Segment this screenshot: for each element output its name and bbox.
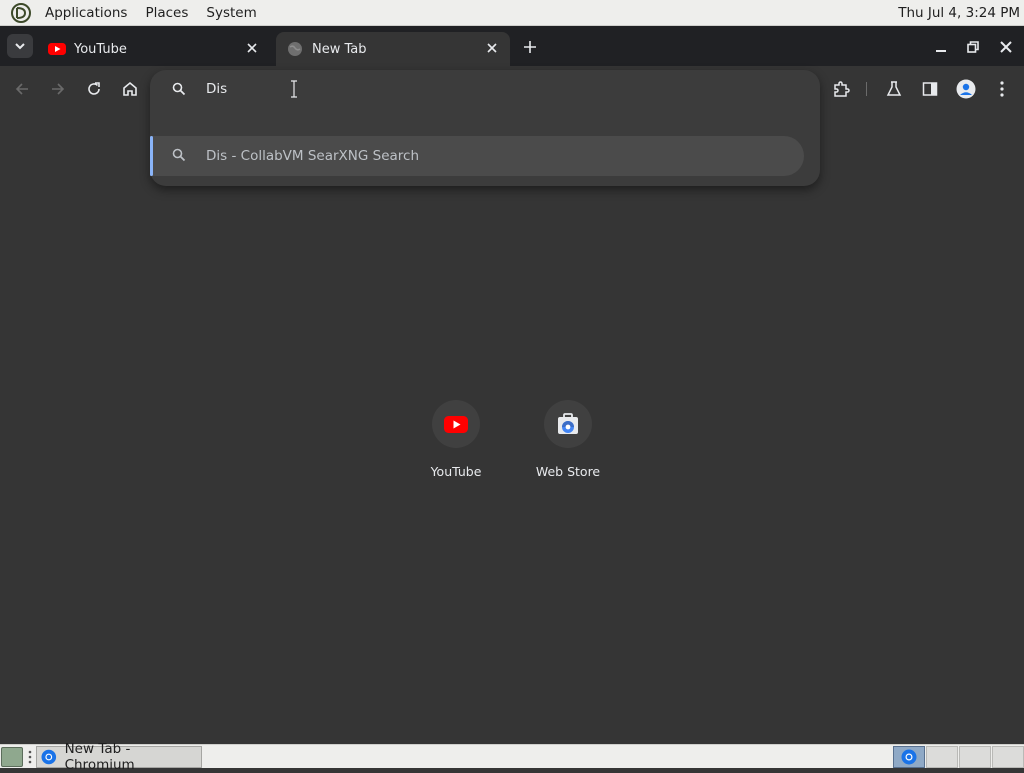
suggestion-typed: Dis bbox=[206, 148, 228, 164]
tab-new-tab[interactable]: New Tab bbox=[276, 32, 510, 66]
taskbar-window-chromium[interactable]: New Tab - Chromium bbox=[36, 741, 202, 773]
restore-icon bbox=[967, 41, 979, 53]
close-window-button[interactable] bbox=[995, 36, 1017, 58]
omnibox[interactable]: Dis bbox=[150, 70, 820, 110]
tab-strip: YouTube New Tab bbox=[0, 26, 1024, 66]
menu-button[interactable] bbox=[990, 77, 1014, 101]
workspace-1[interactable] bbox=[893, 746, 925, 768]
side-panel-icon bbox=[922, 82, 938, 96]
profile-button[interactable] bbox=[954, 77, 978, 101]
workspace-4[interactable] bbox=[992, 746, 1024, 768]
shortcut-web-store[interactable]: Web Store bbox=[518, 400, 618, 479]
top-panel: Applications Places System Thu Jul 4, 3:… bbox=[0, 0, 1024, 26]
new-tab-button[interactable] bbox=[518, 35, 542, 59]
arrow-left-icon bbox=[15, 83, 28, 95]
suggestion-rest: - CollabVM SearXNG Search bbox=[227, 148, 420, 164]
forward-button[interactable] bbox=[46, 77, 70, 101]
close-tab-icon[interactable] bbox=[244, 40, 260, 56]
suggestion-text: Dis - CollabVM SearXNG Search bbox=[206, 148, 419, 164]
workspace-2[interactable] bbox=[926, 746, 958, 768]
plus-icon bbox=[524, 41, 536, 53]
reload-button[interactable] bbox=[82, 77, 106, 101]
minimize-icon bbox=[936, 50, 946, 52]
shortcut-label: YouTube bbox=[430, 464, 482, 479]
extensions-button[interactable] bbox=[829, 77, 853, 101]
youtube-icon bbox=[48, 40, 66, 58]
home-button[interactable] bbox=[118, 77, 142, 101]
shortcut-youtube[interactable]: YouTube bbox=[406, 400, 506, 479]
selection-indicator bbox=[150, 136, 153, 176]
chromium-window: YouTube New Tab Dis Dis - CollabVM SearX… bbox=[0, 26, 1024, 744]
panel-clock[interactable]: Thu Jul 4, 3:24 PM bbox=[898, 0, 1020, 26]
chromium-icon bbox=[41, 749, 57, 765]
kebab-menu-icon bbox=[1000, 81, 1004, 97]
tab-title: New Tab bbox=[312, 41, 367, 57]
close-tab-icon[interactable] bbox=[484, 40, 500, 56]
tab-youtube[interactable]: YouTube bbox=[40, 32, 270, 66]
search-icon bbox=[172, 82, 186, 96]
suggestion-item[interactable]: Dis - CollabVM SearXNG Search bbox=[150, 136, 804, 176]
text-cursor-icon bbox=[291, 80, 297, 98]
flask-icon bbox=[886, 81, 902, 96]
search-icon bbox=[172, 148, 186, 162]
arrow-right-icon bbox=[52, 83, 65, 95]
chevron-down-icon bbox=[15, 43, 25, 50]
labs-button[interactable] bbox=[882, 77, 906, 101]
side-panel-button[interactable] bbox=[918, 77, 942, 101]
home-icon bbox=[123, 81, 137, 96]
system-menu[interactable]: System bbox=[197, 0, 265, 26]
distro-logo-icon[interactable] bbox=[10, 2, 32, 24]
omnibox-popup: Dis Dis - CollabVM SearXNG Search bbox=[150, 70, 820, 186]
tab-search-button[interactable] bbox=[7, 34, 33, 58]
places-menu[interactable]: Places bbox=[136, 0, 197, 26]
web-store-icon bbox=[558, 413, 578, 434]
tab-title: YouTube bbox=[74, 41, 127, 57]
shortcut-tile bbox=[544, 400, 592, 448]
applications-menu[interactable]: Applications bbox=[36, 0, 136, 26]
back-button[interactable] bbox=[10, 77, 34, 101]
reload-icon bbox=[88, 82, 100, 95]
avatar-icon bbox=[956, 79, 976, 99]
taskbar-window-label: New Tab - Chromium bbox=[64, 741, 135, 773]
workspace-3[interactable] bbox=[959, 746, 991, 768]
shortcut-label: Web Store bbox=[535, 464, 601, 479]
close-icon bbox=[1000, 41, 1012, 53]
show-desktop-button[interactable] bbox=[1, 747, 23, 767]
omnibox-input[interactable]: Dis bbox=[206, 81, 227, 97]
restore-button[interactable] bbox=[962, 36, 984, 58]
youtube-icon bbox=[444, 415, 468, 433]
shortcut-tile bbox=[432, 400, 480, 448]
toolbar-separator bbox=[866, 82, 867, 96]
drag-handle-icon[interactable] bbox=[28, 749, 32, 765]
chromium-icon bbox=[901, 749, 917, 765]
globe-icon bbox=[286, 40, 304, 58]
minimize-button[interactable] bbox=[930, 36, 952, 58]
puzzle-icon bbox=[834, 81, 850, 97]
bottom-panel: New Tab - Chromium bbox=[0, 741, 1024, 773]
